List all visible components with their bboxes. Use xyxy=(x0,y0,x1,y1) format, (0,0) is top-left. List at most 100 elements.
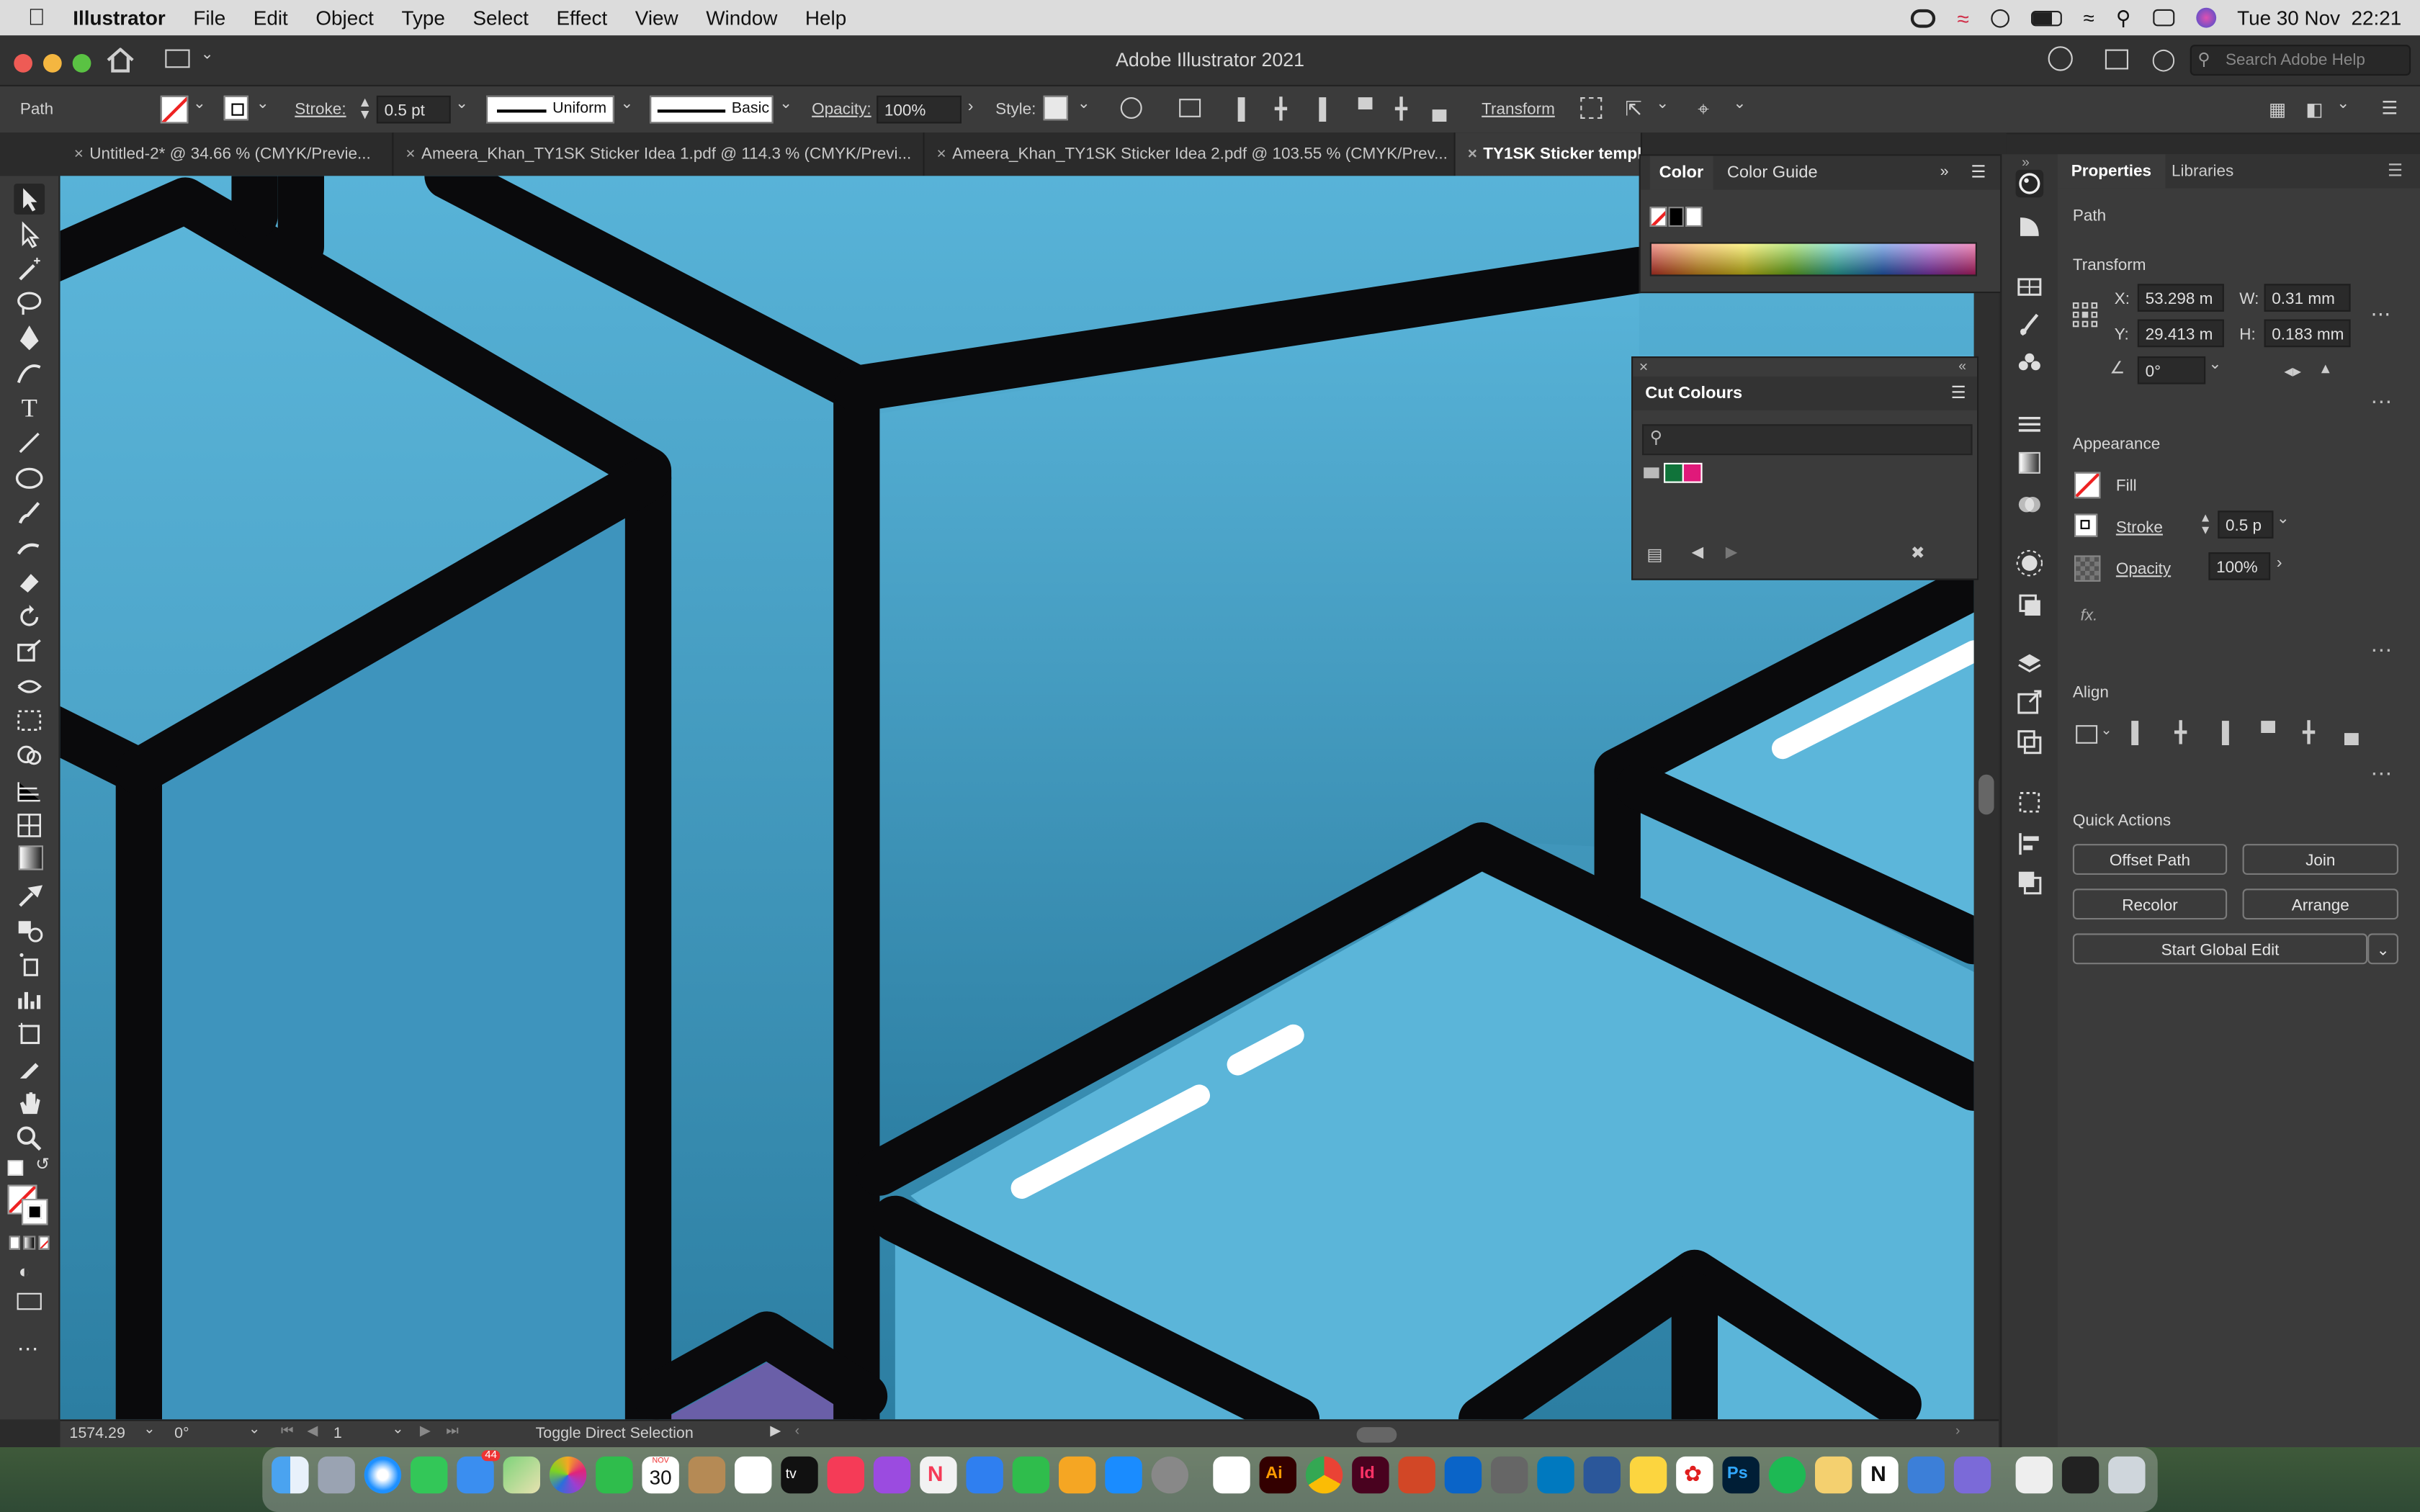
chevron-right-icon[interactable]: › xyxy=(968,97,974,116)
stroke-weight-field[interactable]: 0.5 pt xyxy=(376,95,451,124)
numbers-icon[interactable] xyxy=(1012,1456,1050,1494)
reference-point-icon[interactable] xyxy=(2072,302,2098,328)
mail-icon[interactable]: 44 xyxy=(457,1450,501,1494)
stickies-icon[interactable] xyxy=(1815,1456,1852,1494)
blend-tool-icon[interactable] xyxy=(14,915,45,946)
align-vcenter-icon[interactable]: ╋ xyxy=(1395,97,1407,122)
align-hcenter-icon[interactable]: ╋ xyxy=(2174,721,2187,745)
y-position-field[interactable]: 29.413 m xyxy=(2137,319,2224,348)
align-left-icon[interactable]: ▌ xyxy=(2131,721,2146,744)
zoom-tool-icon[interactable] xyxy=(14,1123,45,1154)
panel-menu-icon[interactable]: ☰ xyxy=(2388,154,2403,188)
preview-icon[interactable] xyxy=(1907,1456,1945,1494)
chrome-icon[interactable] xyxy=(1305,1456,1343,1494)
scale-tool-icon[interactable] xyxy=(14,636,45,667)
triangle-left-icon[interactable]: ◀ xyxy=(1692,544,1704,562)
zoom-level-field[interactable]: 1574.29 ⌄ xyxy=(63,1421,159,1446)
chevron-down-icon[interactable]: ⌄ xyxy=(256,96,269,113)
distribute-icon[interactable]: ◧ xyxy=(2305,99,2323,120)
free-transform-tool-icon[interactable] xyxy=(14,705,45,736)
artboard-number-field[interactable]: 1 ⌄ xyxy=(327,1421,407,1446)
graphic-styles-icon[interactable] xyxy=(2016,591,2044,619)
align-panel-icon[interactable] xyxy=(2016,830,2044,858)
chevron-right-icon[interactable]: › xyxy=(2277,554,2282,572)
delete-swatch-icon[interactable]: ✖ xyxy=(1911,543,1925,563)
line-segment-tool-icon[interactable] xyxy=(14,428,45,459)
swatches-icon[interactable] xyxy=(2016,273,2044,301)
align-top-icon[interactable]: ▀ xyxy=(1358,97,1373,120)
chevron-down-icon[interactable]: ⌄ xyxy=(2336,96,2349,113)
chevron-down-icon[interactable]: ⌄ xyxy=(1656,96,1669,113)
constrain-proportions-icon[interactable]: ⋯ xyxy=(2370,302,2390,327)
brushes-icon[interactable] xyxy=(2016,310,2044,338)
flip-horizontal-icon[interactable]: ◂▸ xyxy=(2284,361,2301,382)
arrange-documents-icon[interactable] xyxy=(2105,49,2128,70)
notion-icon[interactable]: N xyxy=(1861,1456,1899,1494)
fx-button[interactable]: fx. xyxy=(2081,606,2098,625)
app-store-icon[interactable] xyxy=(1105,1456,1142,1494)
scroll-right-icon[interactable]: › xyxy=(1955,1423,1960,1438)
contacts-icon[interactable] xyxy=(688,1456,726,1494)
siri-icon[interactable] xyxy=(2195,7,2216,28)
swatch-search-input[interactable]: ⚲ xyxy=(1642,424,1973,456)
first-artboard-icon[interactable]: ⏮ xyxy=(281,1423,293,1440)
transform-link[interactable]: Transform xyxy=(1482,100,1555,119)
puppet-warp-icon[interactable]: ⇱ xyxy=(1625,97,1641,122)
rotate-view-field[interactable]: 0° ⌄ xyxy=(169,1421,267,1446)
pen-tool-icon[interactable] xyxy=(14,323,45,354)
previous-artboard-icon[interactable]: ◀ xyxy=(307,1423,318,1440)
opacity-field[interactable]: 100% xyxy=(877,95,962,124)
wifi-icon[interactable]: ≈ xyxy=(2084,6,2094,30)
collapse-icon[interactable]: » xyxy=(2022,154,2030,169)
stroke-swatch[interactable] xyxy=(2074,513,2098,537)
safari-icon[interactable] xyxy=(364,1456,402,1494)
cut-swatch-magenta[interactable] xyxy=(1682,462,1703,483)
creative-cloud-icon[interactable] xyxy=(1911,8,1936,27)
stroke-label[interactable]: Stroke: xyxy=(295,100,346,119)
graphic-style-swatch[interactable] xyxy=(1043,95,1068,121)
stroke-swatch[interactable] xyxy=(223,95,248,121)
close-icon[interactable]: × xyxy=(931,132,952,176)
align-right-icon[interactable]: ▐ xyxy=(2215,721,2229,744)
menu-type[interactable]: Type xyxy=(387,6,459,30)
chevron-down-icon[interactable]: ⌄ xyxy=(2100,722,2112,739)
recolor-button[interactable]: Recolor xyxy=(2072,888,2228,920)
screen-mode-icon[interactable] xyxy=(17,1292,42,1310)
ellipse-tool-icon[interactable] xyxy=(14,463,45,494)
rotate-tool-icon[interactable] xyxy=(14,602,45,633)
tab-document-2[interactable]: × Ameera_Khan_TY1SK Sticker Idea 1.pdf @ … xyxy=(393,132,925,176)
chevron-down-icon[interactable]: ⌄ xyxy=(2208,356,2221,374)
powerpoint-icon[interactable] xyxy=(1398,1456,1435,1494)
start-global-edit-button[interactable]: Start Global Edit xyxy=(2072,933,2368,965)
slice-tool-icon[interactable] xyxy=(14,1054,45,1085)
discover-bulb-icon[interactable]: ◯ xyxy=(2151,46,2176,72)
variable-width-profile[interactable]: Uniform xyxy=(486,95,614,124)
width-field[interactable]: 0.31 mm xyxy=(2264,284,2351,312)
gradient-panel-icon[interactable] xyxy=(2016,449,2044,477)
spotify-icon[interactable] xyxy=(1768,1456,1806,1494)
chevron-down-icon[interactable]: ⌄ xyxy=(1077,96,1090,113)
trello-icon[interactable] xyxy=(1537,1456,1574,1494)
export-icon[interactable] xyxy=(2016,688,2044,716)
align-bottom-icon[interactable]: ▄ xyxy=(1433,97,1447,120)
tab-color-guide[interactable]: Color Guide xyxy=(1727,156,1818,189)
stroke-color-black[interactable] xyxy=(22,1199,48,1225)
isolate-object-icon[interactable]: ⌖ xyxy=(1698,97,1709,122)
drawing-mode-icon[interactable]: ◐ xyxy=(19,1261,30,1282)
align-right-icon[interactable]: ▐ xyxy=(1312,97,1326,120)
scribble-app-icon[interactable]: ≈ xyxy=(1957,6,1968,30)
mesh-tool-icon[interactable] xyxy=(14,810,45,841)
more-options-icon[interactable]: ⋯ xyxy=(2370,760,2393,786)
chevron-down-icon[interactable]: ⌄ xyxy=(193,96,206,113)
facetime-icon[interactable] xyxy=(596,1456,633,1494)
cut-swatch-green[interactable] xyxy=(1664,462,1684,483)
artboards-icon[interactable] xyxy=(2016,728,2044,756)
edit-toolbar-icon[interactable]: ⋯ xyxy=(17,1336,40,1362)
symbols-icon[interactable] xyxy=(2016,348,2044,377)
color-panel-icon[interactable] xyxy=(2015,169,2044,198)
lasso-tool-icon[interactable] xyxy=(14,289,45,320)
pages-icon[interactable] xyxy=(1059,1456,1096,1494)
share-user-icon[interactable] xyxy=(2048,46,2073,71)
menu-file[interactable]: File xyxy=(179,6,239,30)
swap-colors-icon[interactable]: ↺ xyxy=(35,1154,50,1174)
